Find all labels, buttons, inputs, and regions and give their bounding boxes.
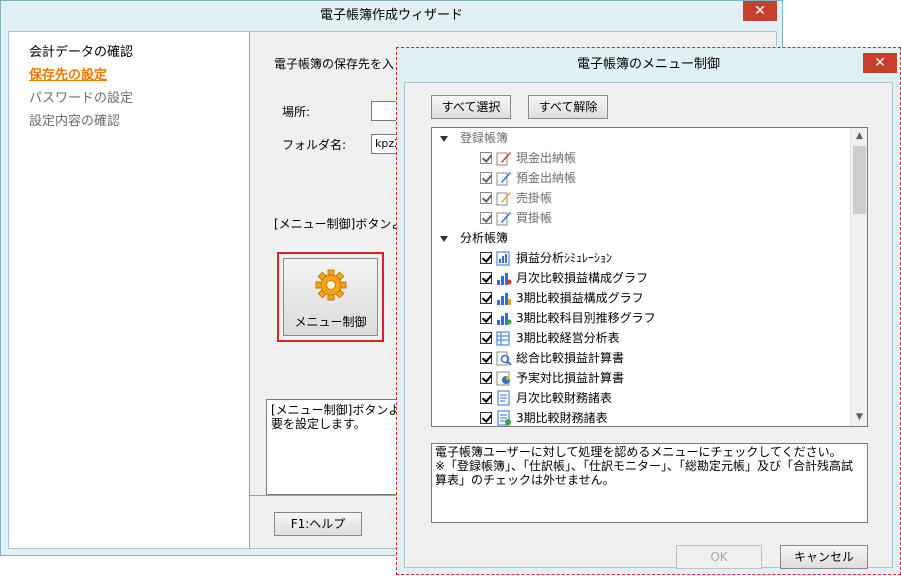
item-checkbox[interactable]	[480, 292, 492, 304]
save-location-instruction: 電子帳簿の保存先を入	[274, 57, 395, 71]
bar-chart-icon	[497, 293, 511, 305]
tree-item[interactable]: 予実対比損益計算書	[432, 368, 850, 388]
menu-control-dialog: 電子帳簿のメニュー制御 ✕ すべて選択 すべて解除 登録帳簿 現金出納帳 預金出…	[396, 47, 901, 575]
tree-group-registered-books[interactable]: 登録帳簿	[432, 128, 850, 148]
item-checkbox[interactable]	[480, 172, 492, 184]
item-checkbox[interactable]	[480, 272, 492, 284]
item-checkbox[interactable]	[480, 192, 492, 204]
menu-control-hint: [メニュー制御]ボタンより	[274, 217, 416, 231]
tree-item[interactable]: 売掛帳	[432, 188, 850, 208]
wizard-step-list: 会計データの確認 保存先の設定 パスワードの設定 設定内容の確認	[9, 32, 250, 548]
tree-item[interactable]: 3期比較科目別推移グラフ	[432, 308, 850, 328]
location-label: 場所:	[282, 105, 311, 119]
tree-item-label: 損益分析ｼﾐｭﾚｰｼｮﾝ	[516, 251, 613, 265]
budget-actual-icon	[496, 371, 510, 386]
expand-triangle-icon[interactable]	[440, 236, 448, 242]
item-checkbox[interactable]	[480, 392, 492, 404]
step-password: パスワードの設定	[29, 91, 134, 106]
tree-item[interactable]: 3期比較財務諸表	[432, 408, 850, 426]
note-line-3: 算表」のチェックは外せません。	[435, 473, 615, 487]
tree-item-label: 月次比較損益構成グラフ	[516, 271, 649, 285]
item-checkbox[interactable]	[480, 372, 492, 384]
menu-control-highlight: メニュー制御	[277, 252, 384, 342]
tree-item-label: 3期比較財務諸表	[516, 411, 608, 425]
bar-chart-icon	[497, 313, 512, 325]
tree-item[interactable]: 3期比較損益構成グラフ	[432, 288, 850, 308]
tree-item-label: 予実対比損益計算書	[516, 371, 625, 385]
tree-item[interactable]: 月次比較損益構成グラフ	[432, 268, 850, 288]
dialog-client: すべて選択 すべて解除 登録帳簿 現金出納帳 預金出納帳 売掛帳 買掛帳 分析帳…	[404, 82, 893, 569]
ledger-pen-icon	[496, 152, 511, 166]
item-checkbox[interactable]	[480, 332, 492, 344]
dialog-close-button[interactable]: ✕	[863, 53, 897, 73]
tree-group-analysis-books[interactable]: 分析帳簿	[432, 228, 850, 248]
tree-item[interactable]: 総合比較損益計算書	[432, 348, 850, 368]
scroll-down-arrow-icon[interactable]: ▼	[851, 409, 867, 426]
cancel-button[interactable]: キャンセル	[780, 545, 868, 569]
menu-control-button[interactable]: メニュー制御	[283, 258, 378, 336]
analysis-table-icon	[496, 331, 510, 346]
simulation-chart-icon	[496, 251, 510, 266]
ledger-pen-icon	[496, 172, 511, 186]
tree-item-label: 預金出納帳	[516, 171, 577, 185]
step-confirm-settings: 設定内容の確認	[29, 114, 121, 129]
tree-item-label: 現金出納帳	[516, 151, 577, 165]
scroll-thumb[interactable]	[853, 146, 866, 214]
ok-button[interactable]: OK	[676, 545, 762, 569]
instruction-note: 電子帳簿ユーザーに対して処理を認めるメニューにチェックしてください。 ※「登録帳…	[431, 443, 868, 523]
expand-triangle-icon[interactable]	[440, 136, 448, 142]
tree-item-label: 3期比較損益構成グラフ	[516, 291, 644, 305]
financial-statement-icon	[497, 390, 510, 406]
step-save-location: 保存先の設定	[29, 68, 108, 83]
tree-scrollbar[interactable]: ▲ ▼	[850, 128, 867, 426]
dialog-title: 電子帳簿のメニュー制御	[576, 57, 720, 72]
deselect-all-button[interactable]: すべて解除	[528, 95, 608, 119]
tree-item[interactable]: 3期比較経営分析表	[432, 328, 850, 348]
tree-group-label: 分析帳簿	[460, 231, 509, 245]
scroll-up-arrow-icon[interactable]: ▲	[851, 128, 867, 145]
item-checkbox[interactable]	[480, 412, 492, 424]
tree-item-label: 3期比較科目別推移グラフ	[516, 311, 656, 325]
menu-tree[interactable]: 登録帳簿 現金出納帳 預金出納帳 売掛帳 買掛帳 分析帳簿 損益分析ｼﾐｭﾚｰｼ…	[431, 127, 868, 427]
item-checkbox[interactable]	[480, 152, 492, 164]
tree-item-label: 買掛帳	[516, 211, 553, 225]
note-line-1: 電子帳簿ユーザーに対して処理を認めるメニューにチェックしてください。	[435, 445, 842, 459]
ledger-pen-icon	[496, 212, 511, 226]
bar-chart-icon	[497, 273, 512, 285]
tree-group-label: 登録帳簿	[460, 131, 509, 145]
item-checkbox[interactable]	[480, 252, 492, 264]
magnifier-document-icon	[496, 351, 512, 366]
tree-item[interactable]: 月次比較財務諸表	[432, 388, 850, 408]
step-account-data-check: 会計データの確認	[29, 45, 134, 60]
wizard-title: 電子帳簿作成ウィザード	[319, 8, 463, 23]
tree-item-label: 売掛帳	[516, 191, 553, 205]
tree-item[interactable]: 預金出納帳	[432, 168, 850, 188]
help-button[interactable]: F1:ヘルプ	[274, 512, 362, 536]
gear-icon	[315, 269, 347, 301]
ledger-pen-icon	[496, 192, 511, 206]
financial-statement-icon	[497, 410, 511, 426]
item-checkbox[interactable]	[480, 312, 492, 324]
item-checkbox[interactable]	[480, 212, 492, 224]
tree-item-label: 総合比較損益計算書	[516, 351, 625, 365]
tree-item-label: 月次比較財務諸表	[516, 391, 613, 405]
note-line-2: ※「登録帳簿」、「仕訳帳」、「仕訳モニター」、「総勘定元帳」及び「合計残高試	[435, 459, 854, 473]
tree-item[interactable]: 損益分析ｼﾐｭﾚｰｼｮﾝ	[432, 248, 850, 268]
item-checkbox[interactable]	[480, 352, 492, 364]
wizard-close-button[interactable]: ✕	[743, 1, 777, 21]
tree-item[interactable]: 現金出納帳	[432, 148, 850, 168]
tree-item-label: 3期比較経営分析表	[516, 331, 620, 345]
menu-control-button-label: メニュー制御	[294, 315, 367, 329]
folder-name-label: フォルダ名:	[282, 138, 347, 152]
select-all-button[interactable]: すべて選択	[431, 95, 511, 119]
tree-item[interactable]: 買掛帳	[432, 208, 850, 228]
